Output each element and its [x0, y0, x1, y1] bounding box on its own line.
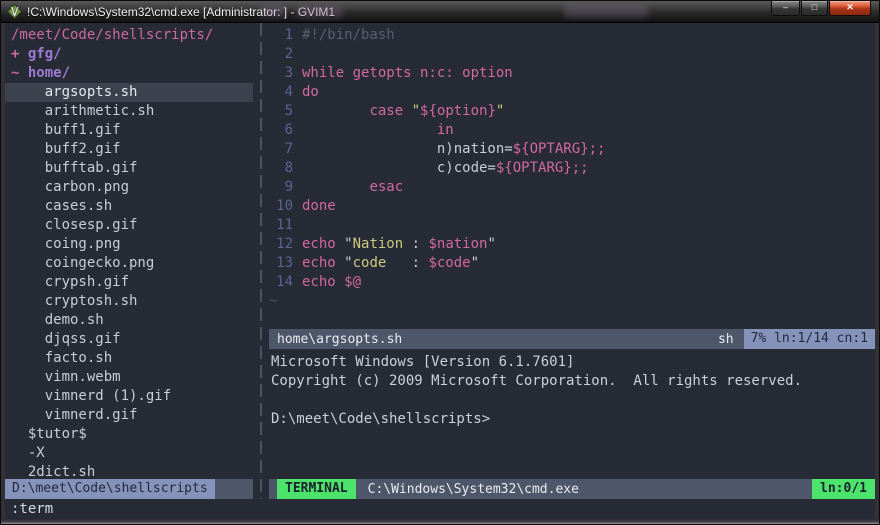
tree-file-item[interactable]: bufftab.gif: [5, 159, 253, 178]
window-controls: – □ ✕: [771, 1, 871, 16]
tree-status-path: D:\meet\Code\shellscripts: [5, 479, 215, 499]
maximize-button[interactable]: □: [801, 1, 828, 16]
tree-file-item[interactable]: cryptosh.sh: [5, 292, 253, 311]
tree-file-item[interactable]: closesp.gif: [5, 216, 253, 235]
title-bar[interactable]: !C:\Windows\System32\cmd.exe [Administra…: [1, 1, 879, 23]
tree-file-item[interactable]: arithmetic.sh: [5, 102, 253, 121]
code-line: 8 c)code=${OPTARG};;: [284, 160, 589, 176]
tree-file-item[interactable]: vimnerd.gif: [5, 406, 253, 425]
vim-command-line[interactable]: :term: [5, 499, 875, 519]
redacted-blur: [297, 5, 343, 18]
tree-dir-item[interactable]: ~ home/: [5, 64, 253, 83]
statusline-filetype: sh: [717, 331, 734, 347]
terminal-line: Copyright (c) 2009 Microsoft Corporation…: [271, 373, 803, 389]
terminal-position: ln:0/1: [812, 479, 875, 499]
code-line: 5 case "${option}": [284, 103, 505, 119]
window-separator[interactable]: [253, 23, 269, 499]
code-line: 3 while getopts n:c: option: [284, 65, 513, 81]
window-bottom-border: [1, 519, 879, 524]
tree-file-item[interactable]: carbon.png: [5, 178, 253, 197]
gvim-window: !C:\Windows\System32\cmd.exe [Administra…: [0, 0, 880, 525]
statusline-position: 7% ln:1/14 cn:1: [743, 329, 875, 349]
code-line: 2: [284, 46, 293, 62]
terminal-output[interactable]: Microsoft Windows [Version 6.1.7601] Copy…: [269, 349, 875, 479]
tree-file-item[interactable]: cases.sh: [5, 197, 253, 216]
tree-file-item[interactable]: djqss.gif: [5, 330, 253, 349]
close-button[interactable]: ✕: [829, 1, 871, 16]
redacted-blur: [564, 4, 648, 18]
tree-file-item[interactable]: -X: [5, 444, 253, 463]
editor-column: 1 #!/bin/bash 2 3 while getopts n:c: option 4…: [269, 23, 875, 499]
tree-statusline: D:\meet\Code\shellscripts: [5, 479, 253, 499]
tree-file-item[interactable]: 2dict.sh: [5, 463, 253, 479]
tree-file-item[interactable]: vimn.webm: [5, 368, 253, 387]
terminal-line: Microsoft Windows [Version 6.1.7601]: [271, 354, 575, 370]
vim-frame: /meet/Code/shellscripts/+ gfg/~ home/ ar…: [1, 23, 879, 519]
terminal-title: C:\Windows\System32\cmd.exe: [367, 481, 579, 497]
code-line: 13 echo "code : $code": [276, 255, 480, 271]
tree-file-item[interactable]: buff2.gif: [5, 140, 253, 159]
tree-file-item[interactable]: crypsh.gif: [5, 273, 253, 292]
tree-file-item[interactable]: coingecko.png: [5, 254, 253, 273]
vim-icon: [6, 3, 23, 20]
code-line: 1 #!/bin/bash: [284, 27, 395, 43]
terminal-mode-badge: TERMINAL: [277, 479, 356, 499]
separator-line: [260, 23, 262, 499]
code-line: 6 in: [284, 122, 454, 138]
code-area[interactable]: 1 #!/bin/bash 2 3 while getopts n:c: option 4…: [269, 23, 875, 329]
code-line: 11: [276, 217, 293, 233]
terminal-statusline: TERMINAL C:\Windows\System32\cmd.exe ln:…: [269, 479, 875, 499]
redacted-blur: [259, 6, 285, 17]
code-line: 7 n)nation=${OPTARG};;: [284, 141, 606, 157]
code-line: 14 echo $@: [276, 274, 362, 290]
code-line: 4 do: [284, 84, 319, 100]
window-title: !C:\Windows\System32\cmd.exe [Administra…: [27, 4, 336, 19]
tree-file-item[interactable]: argsopts.sh: [5, 83, 253, 102]
tree-root-path[interactable]: /meet/Code/shellscripts/: [5, 26, 253, 45]
file-tree[interactable]: /meet/Code/shellscripts/+ gfg/~ home/ ar…: [5, 26, 253, 479]
file-explorer-pane: /meet/Code/shellscripts/+ gfg/~ home/ ar…: [5, 23, 253, 499]
statusline-filename: home\argsopts.sh: [277, 331, 403, 347]
tree-file-item[interactable]: coing.png: [5, 235, 253, 254]
code-line: 10 done: [276, 198, 336, 214]
empty-line-tilde: ~: [269, 293, 278, 309]
editor-statusline: home\argsopts.sh sh 7% ln:1/14 cn:1: [269, 329, 875, 349]
tree-dir-item[interactable]: + gfg/: [5, 45, 253, 64]
tree-file-item[interactable]: facto.sh: [5, 349, 253, 368]
tree-file-item[interactable]: $tutor$: [5, 425, 253, 444]
minimize-button[interactable]: –: [771, 1, 800, 16]
vim-split: /meet/Code/shellscripts/+ gfg/~ home/ ar…: [5, 23, 875, 499]
tree-file-item[interactable]: demo.sh: [5, 311, 253, 330]
terminal-line: D:\meet\Code\shellscripts>: [271, 411, 491, 427]
code-line: 9 esac: [284, 179, 404, 195]
tree-file-item[interactable]: buff1.gif: [5, 121, 253, 140]
tree-file-item[interactable]: vimnerd (1).gif: [5, 387, 253, 406]
code-line: 12 echo "Nation : $nation": [276, 236, 496, 252]
